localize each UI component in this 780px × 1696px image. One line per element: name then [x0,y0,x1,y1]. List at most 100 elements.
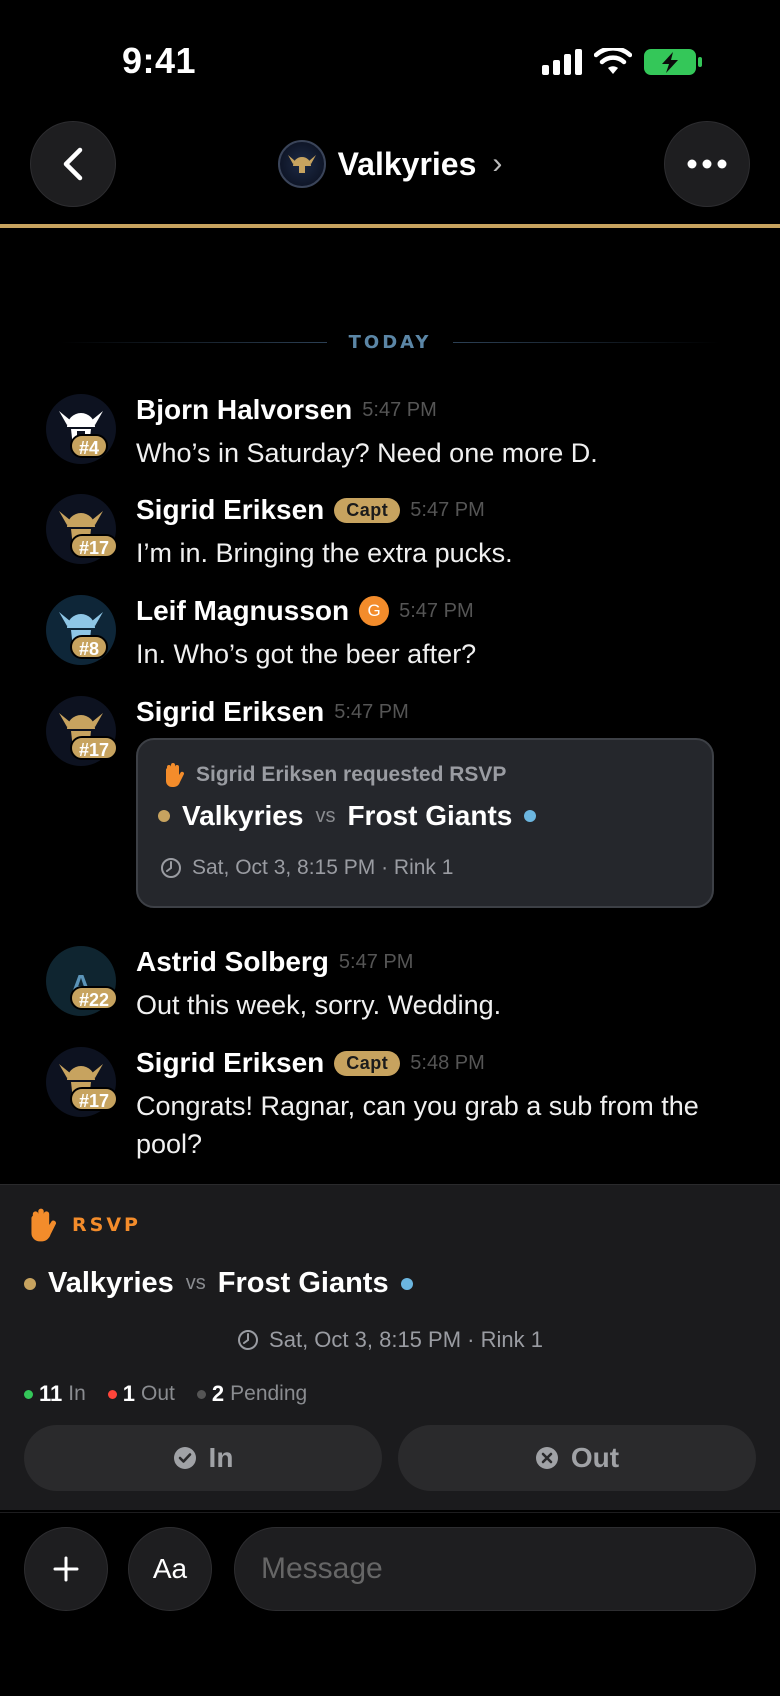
message-text: Out this week, sorry. Wedding. [136,990,502,1020]
avatar[interactable]: #17 [46,696,119,766]
x-circle-icon [535,1447,558,1469]
team-logo [277,140,326,188]
clock-icon [238,1330,259,1350]
game-time-text: Sat, Oct 3, 8:15 PM · Rink 1 [269,1327,543,1352]
divider-line [60,342,327,343]
cellular-signal-icon [542,49,582,75]
message-row: #17 Sigrid Eriksen Capt 5:48 PM Congrats… [46,1047,746,1167]
add-attachment-button[interactable] [24,1527,108,1611]
away-team-dot [400,1277,413,1290]
sender-name[interactable]: Sigrid Eriksen [136,494,324,526]
rsvp-request-card[interactable]: Sigrid Eriksen requested RSVP Valkyries … [136,738,714,908]
raised-hand-icon [31,1208,56,1242]
viking-helmet-icon [287,155,316,173]
wifi-icon [594,48,632,74]
message-time: 5:47 PM [410,498,485,521]
message-time: 5:47 PM [399,599,474,622]
in-count[interactable]: 11 In [24,1381,86,1407]
chat-header: Valkyries › [0,118,780,228]
captain-badge: Capt [334,497,401,523]
away-team: Frost Giants [347,800,513,831]
ellipsis-icon [687,159,727,169]
game-time: Sat, Oct 3, 8:15 PM · Rink 1 [160,856,453,880]
captain-badge: Capt [334,1050,401,1076]
out-status-dot [107,1389,117,1399]
home-team: Valkyries [48,1267,174,1299]
pending-count-label: Pending [230,1382,308,1405]
battery-charging-icon [644,49,702,75]
header-title: Valkyries [337,145,477,182]
pending-count[interactable]: 2 Pending [196,1381,308,1407]
game-time-text: Sat, Oct 3, 8:15 PM · Rink 1 [192,856,454,879]
chevron-right-icon: › [492,147,503,180]
rsvp-panel-header: RSVP [26,1207,141,1243]
message-row: #17 Sigrid Eriksen 5:47 PM Sigrid Erikse… [46,696,746,916]
status-time: 9:41 [122,40,197,81]
message-row: A #22 Astrid Solberg 5:47 PM Out this we… [46,946,746,1026]
raised-hand-icon [166,763,184,787]
avatar[interactable]: #8 [46,595,116,665]
matchup: Valkyries vs Frost Giants [158,800,537,832]
message-row: #8 Leif Magnusson G 5:47 PM In. Who’s go… [46,595,746,675]
jersey-number-badge: #8 [70,635,109,659]
checkmark-circle-icon [173,1447,196,1469]
avatar[interactable]: #17 [46,1047,119,1117]
away-team: Frost Giants [217,1267,389,1299]
jersey-number-badge: #4 [70,434,109,458]
home-team-dot [24,1277,36,1290]
status-icons [542,48,702,76]
home-team-dot [158,810,170,822]
rsvp-request-line: Sigrid Eriksen requested RSVP [162,762,506,788]
message-text: Congrats! Ragnar, can you grab a sub fro… [136,1091,699,1159]
message-header: Sigrid Eriksen 5:47 PM [136,696,409,728]
message-input[interactable] [234,1527,756,1611]
sender-name[interactable]: Sigrid Eriksen [136,696,324,728]
date-divider: TODAY [60,332,721,353]
avatar[interactable]: #4 [46,394,116,464]
matchup: Valkyries vs Frost Giants [24,1267,413,1300]
avatar[interactable]: #17 [46,494,119,564]
rsvp-panel-label: RSVP [72,1214,141,1236]
jersey-number-badge: #22 [70,986,119,1010]
divider-line [453,342,721,343]
sender-name[interactable]: Sigrid Eriksen [136,1047,324,1079]
in-status-dot [24,1389,33,1399]
sender-name[interactable]: Astrid Solberg [136,946,329,978]
away-team-dot [524,810,537,822]
out-count[interactable]: 1 Out [107,1381,175,1407]
rsvp-out-button[interactable]: Out [398,1425,756,1491]
in-count-value: 11 [39,1381,63,1406]
message-header: Astrid Solberg 5:47 PM [136,946,413,978]
message-row: #17 Sigrid Eriksen Capt 5:47 PM I’m in. … [46,494,746,574]
text-format-button[interactable]: Aa [128,1527,212,1611]
message-header: Sigrid Eriksen Capt 5:47 PM [136,494,485,526]
team-title-button[interactable]: Valkyries › [0,140,780,188]
goalie-badge: G [359,596,390,626]
rsvp-request-text: Sigrid Eriksen requested RSVP [196,763,507,786]
message-row: #4 Bjorn Halvorsen 5:47 PM Who’s in Satu… [46,394,746,474]
rsvp-out-label: Out [570,1442,620,1473]
message-composer: Aa [0,1512,780,1696]
sender-name[interactable]: Leif Magnusson [136,595,349,627]
home-team: Valkyries [182,800,304,831]
plus-icon [53,1556,79,1582]
more-options-button[interactable] [664,121,750,207]
jersey-number-badge: #17 [70,736,119,760]
message-text: In. Who’s got the beer after? [136,639,477,669]
rsvp-in-button[interactable]: In [24,1425,382,1491]
message-time: 5:47 PM [362,398,437,421]
avatar[interactable]: A #22 [46,946,119,1016]
out-count-value: 1 [122,1381,136,1406]
pending-status-dot [196,1389,206,1399]
out-count-label: Out [141,1382,175,1405]
message-header: Leif Magnusson G 5:47 PM [136,595,474,627]
sender-name[interactable]: Bjorn Halvorsen [136,394,352,426]
rsvp-counts: 11 In 1 Out 2 Pending [24,1381,307,1407]
message-header: Sigrid Eriksen Capt 5:48 PM [136,1047,485,1079]
message-time: 5:47 PM [334,700,409,723]
message-text: I’m in. Bringing the extra pucks. [136,538,513,568]
status-bar: 9:41 [0,0,780,110]
in-count-label: In [68,1382,86,1405]
vs-label: vs [185,1272,206,1294]
message-time: 5:48 PM [410,1051,485,1074]
